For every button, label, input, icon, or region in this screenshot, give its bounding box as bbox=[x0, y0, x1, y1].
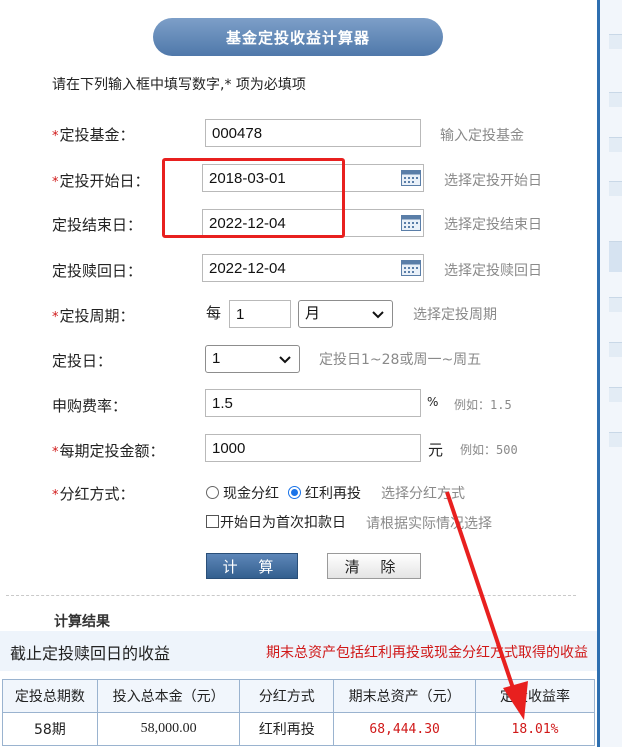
side-frame bbox=[597, 0, 622, 747]
chevron-down-icon bbox=[279, 356, 291, 364]
first-day-hint: 请根据实际情况选择 bbox=[366, 516, 492, 532]
table-cell: 58,000.00 bbox=[96, 712, 241, 746]
table-cell: 红利再投 bbox=[239, 712, 335, 746]
amount-hint: 例如：500 bbox=[460, 443, 518, 457]
results-table: 定投总期数 投入总本金（元） 分红方式 期末总资产（元） 定投收益率 58期 5… bbox=[2, 679, 595, 746]
results-header-left: 截止定投赎回日的收益 bbox=[10, 644, 171, 663]
divider bbox=[6, 595, 576, 596]
period-prefix: 每 bbox=[206, 304, 222, 322]
dividend-cash-label[interactable]: 现金分红 bbox=[223, 483, 279, 503]
amount-label-text: 每期定投金额： bbox=[59, 442, 165, 460]
column-header: 投入总本金（元） bbox=[96, 679, 241, 713]
day-select[interactable]: 1 bbox=[205, 345, 300, 373]
fund-label: *定投基金： bbox=[52, 124, 135, 145]
results-header-note: 期末总资产包括红利再投或现金分红方式取得的收益 bbox=[266, 645, 588, 661]
dividend-cash-radio[interactable] bbox=[206, 486, 219, 499]
period-hint: 选择定投周期 bbox=[413, 307, 497, 323]
period-unit-select[interactable]: 月 bbox=[298, 300, 393, 328]
page-title: 基金定投收益计算器 bbox=[153, 18, 443, 56]
dividend-reinvest-radio[interactable] bbox=[288, 486, 301, 499]
day-hint: 定投日1~28或周一~周五 bbox=[319, 352, 482, 368]
column-header: 分红方式 bbox=[239, 679, 335, 713]
fund-label-text: 定投基金： bbox=[59, 126, 135, 144]
table-cell: 58期 bbox=[2, 712, 98, 746]
required-mark: * bbox=[52, 310, 59, 325]
period-label-text: 定投周期： bbox=[59, 307, 135, 325]
frame-row bbox=[609, 92, 622, 107]
fund-input[interactable] bbox=[205, 119, 421, 147]
intro-text: 请在下列输入框中填写数字,* 项为必填项 bbox=[52, 77, 306, 93]
frame-row bbox=[609, 137, 622, 152]
calculator-panel: 基金定投收益计算器 请在下列输入框中填写数字,* 项为必填项 *定投基金： 输入… bbox=[0, 0, 597, 747]
start-date-label-text: 定投开始日： bbox=[59, 172, 150, 190]
required-mark: * bbox=[52, 488, 59, 503]
fee-hint: 例如：1.5 bbox=[454, 398, 512, 412]
column-header: 定投收益率 bbox=[475, 679, 595, 713]
end-date-hint: 选择定投结束日 bbox=[444, 217, 542, 233]
redeem-date-input[interactable] bbox=[202, 254, 424, 282]
fee-unit: % bbox=[427, 395, 439, 409]
column-header: 定投总期数 bbox=[2, 679, 98, 713]
clear-button[interactable]: 清 除 bbox=[327, 553, 421, 579]
amount-label: *每期定投金额： bbox=[52, 440, 165, 461]
fund-hint: 输入定投基金 bbox=[440, 128, 524, 144]
period-input[interactable] bbox=[229, 300, 291, 328]
amount-unit: 元 bbox=[428, 441, 444, 459]
redeem-date-hint: 选择定投赎回日 bbox=[444, 263, 542, 279]
frame-row bbox=[609, 34, 622, 49]
dividend-label: *分红方式： bbox=[52, 483, 135, 504]
frame-border bbox=[597, 0, 600, 747]
calculate-button[interactable]: 计 算 bbox=[206, 553, 298, 579]
required-mark: * bbox=[52, 129, 59, 144]
calendar-icon[interactable] bbox=[401, 213, 421, 231]
fee-label: 申购费率： bbox=[52, 397, 128, 415]
table-cell: 18.01% bbox=[475, 712, 595, 746]
frame-row bbox=[609, 241, 622, 272]
frame-row bbox=[609, 342, 622, 357]
day-label: 定投日： bbox=[52, 352, 113, 370]
calendar-icon[interactable] bbox=[401, 258, 421, 276]
frame-row bbox=[609, 387, 622, 402]
start-date-hint: 选择定投开始日 bbox=[444, 173, 542, 189]
column-header: 期末总资产（元） bbox=[333, 679, 477, 713]
amount-input[interactable] bbox=[205, 434, 421, 462]
first-day-checkbox[interactable] bbox=[206, 515, 219, 528]
fee-input[interactable] bbox=[205, 389, 421, 417]
required-mark: * bbox=[52, 175, 59, 190]
dividend-hint: 选择分红方式 bbox=[381, 486, 465, 502]
frame-row bbox=[609, 432, 622, 447]
dividend-label-text: 分红方式： bbox=[59, 485, 135, 503]
chevron-down-icon bbox=[372, 311, 384, 319]
period-unit-value: 月 bbox=[305, 305, 321, 322]
table-row: 58期 58,000.00 红利再投 68,444.30 18.01% bbox=[2, 712, 595, 746]
calendar-icon[interactable] bbox=[401, 168, 421, 186]
frame-row bbox=[609, 181, 622, 196]
redeem-date-label: 定投赎回日： bbox=[52, 262, 143, 280]
start-date-label: *定投开始日： bbox=[52, 170, 150, 191]
annotation-box bbox=[162, 158, 345, 238]
required-mark: * bbox=[52, 445, 59, 460]
period-label: *定投周期： bbox=[52, 305, 135, 326]
end-date-label: 定投结束日： bbox=[52, 216, 143, 234]
table-header-row: 定投总期数 投入总本金（元） 分红方式 期末总资产（元） 定投收益率 bbox=[2, 679, 595, 713]
day-value: 1 bbox=[212, 350, 221, 367]
dividend-reinvest-label[interactable]: 红利再投 bbox=[305, 483, 361, 503]
frame-row bbox=[609, 297, 622, 312]
first-day-label[interactable]: 开始日为首次扣款日 bbox=[220, 512, 346, 532]
table-cell: 68,444.30 bbox=[333, 712, 477, 746]
results-title: 计算结果 bbox=[54, 614, 110, 630]
